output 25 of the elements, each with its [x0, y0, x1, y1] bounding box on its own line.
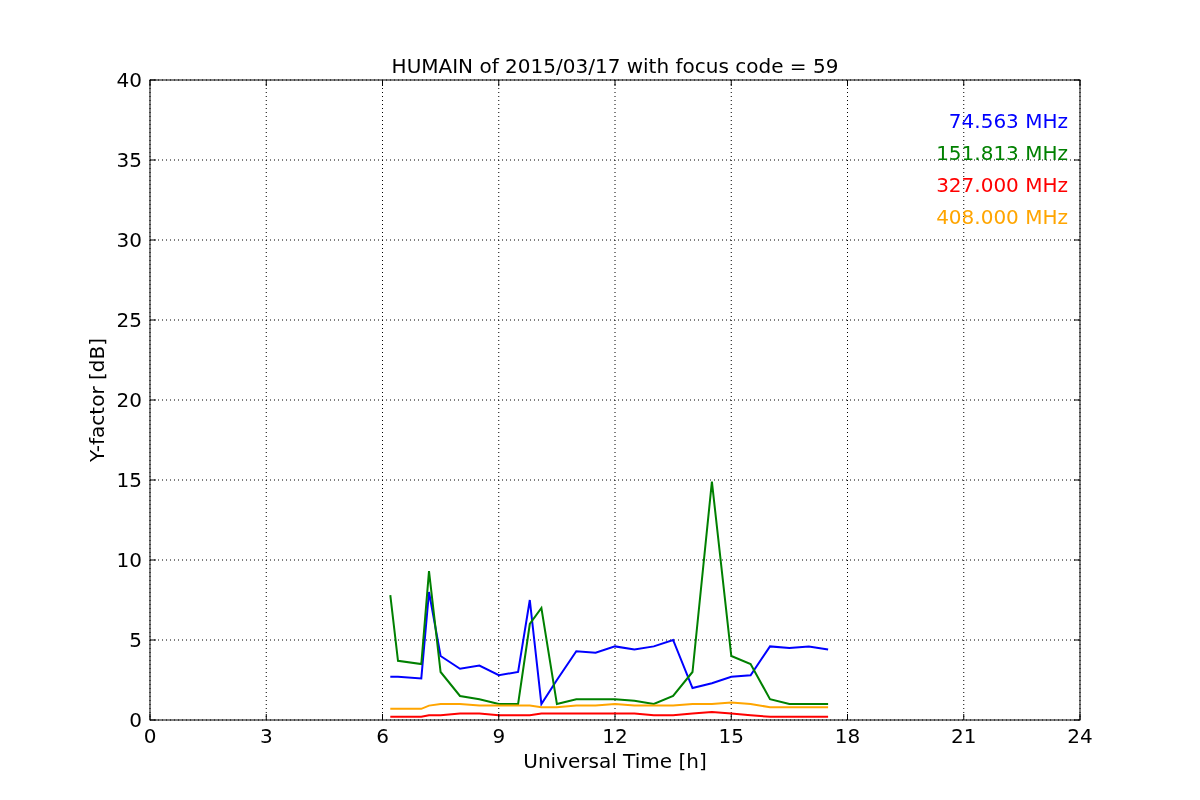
x-tick-label: 24 — [1067, 724, 1093, 748]
y-tick-label: 35 — [116, 148, 142, 172]
legend-label: 408.000 MHz — [936, 205, 1068, 229]
y-tick-label: 15 — [116, 468, 142, 492]
y-tick-label: 25 — [116, 308, 142, 332]
y-tick-label: 30 — [116, 228, 142, 252]
legend-label: 151.813 MHz — [936, 141, 1068, 165]
y-tick-label: 0 — [129, 708, 142, 732]
x-axis-label: Universal Time [h] — [523, 749, 707, 773]
x-tick-label: 21 — [951, 724, 977, 748]
x-tick-label: 18 — [834, 724, 861, 748]
x-tick-label: 0 — [143, 724, 157, 748]
y-axis-label: Y-factor [dB] — [85, 338, 109, 462]
y-tick-label: 10 — [116, 548, 142, 572]
x-tick-label: 3 — [259, 724, 273, 748]
y-tick-label: 5 — [129, 628, 142, 652]
x-tick-label: 15 — [718, 724, 744, 748]
y-tick-label: 40 — [116, 68, 142, 92]
chart-title: HUMAIN of 2015/03/17 with focus code = 59 — [391, 54, 839, 78]
legend-label: 74.563 MHz — [948, 109, 1068, 133]
y-tick-label: 20 — [116, 388, 142, 412]
x-tick-label: 12 — [602, 724, 628, 748]
legend-label: 327.000 MHz — [936, 173, 1068, 197]
x-tick-label: 9 — [492, 724, 506, 748]
x-tick-label: 6 — [376, 724, 389, 748]
